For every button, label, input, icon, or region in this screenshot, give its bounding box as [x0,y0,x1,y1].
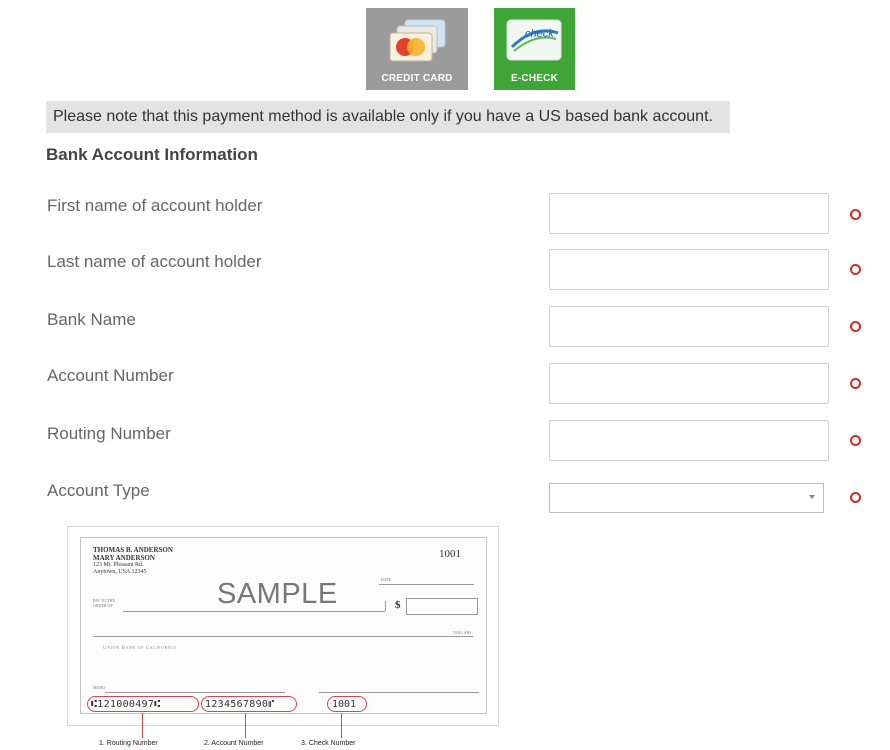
account-number-label: Account Number [47,366,174,385]
account-pointer [245,713,246,738]
check-bank-name: Union Bank of California [103,646,177,651]
check-number-pointer [341,713,342,738]
check-date-line [379,584,474,585]
bank-name-label: Bank Name [47,310,136,329]
check-holder-line2: MARY ANDERSON [93,554,155,562]
echeck-tab-label: E-CHECK [511,73,558,84]
routing-number-input[interactable] [549,420,829,461]
required-indicator-icon [850,435,861,446]
echeck-icon: check [506,19,562,61]
section-title: Bank Account Information [46,145,258,164]
account-type-select[interactable] [549,483,824,513]
check-signature-line [319,692,479,693]
check-dollar-sign: $ [395,599,401,611]
last-name-label: Last name of account holder [47,252,262,271]
account-type-label: Account Type [47,481,150,500]
sample-check: THOMAS B. ANDERSON MARY ANDERSON 123 Mt.… [80,537,487,714]
routing-highlight [87,696,199,712]
required-indicator-icon [850,264,861,275]
check-payee-line [123,611,385,612]
check-payee-line-end [385,601,386,611]
check-memo-line [105,692,285,693]
check-number: 1001 [439,548,461,560]
svg-text:check: check [525,28,554,40]
check-number-highlight [327,696,367,712]
sample-check-image: THOMAS B. ANDERSON MARY ANDERSON 123 Mt.… [67,526,499,726]
required-indicator-icon [850,492,861,503]
check-amount-box [406,598,478,615]
first-name-input[interactable] [549,193,829,234]
account-number-input[interactable] [549,363,829,404]
first-name-label: First name of account holder [47,196,263,215]
echeck-tab[interactable]: check E-CHECK [494,8,575,90]
required-indicator-icon [850,321,861,332]
check-dollars-line [93,636,473,637]
required-indicator-icon [850,378,861,389]
check-payee-label-2: ORDER OF [93,603,113,608]
account-highlight [201,696,297,712]
routing-number-label: Routing Number [47,424,171,443]
routing-number-caption: 1. Routing Number [99,740,158,747]
check-dollars-label: DOLLARS [453,630,472,635]
chevron-down-icon [809,495,815,499]
bank-name-input[interactable] [549,306,829,347]
credit-card-tab[interactable]: CREDIT CARD [366,8,468,90]
check-date-label: DATE [381,577,392,582]
check-sample-watermark: SAMPLE [217,578,338,610]
credit-card-tab-label: CREDIT CARD [381,73,453,84]
us-bank-notice: Please note that this payment method is … [46,101,730,133]
check-address-line1: 123 Mt. Pleasant Rd. [93,562,144,568]
check-number-caption: 3. Check Number [301,740,356,747]
account-number-caption: 2. Account Number [204,740,264,747]
required-indicator-icon [850,209,861,220]
routing-pointer [142,713,143,738]
last-name-input[interactable] [549,249,829,290]
check-holder-line1: THOMAS B. ANDERSON [93,546,173,554]
check-memo-label: MEMO [93,685,106,690]
check-address-line2: Anytown, USA 12345 [93,569,147,575]
credit-card-icon [389,19,446,62]
